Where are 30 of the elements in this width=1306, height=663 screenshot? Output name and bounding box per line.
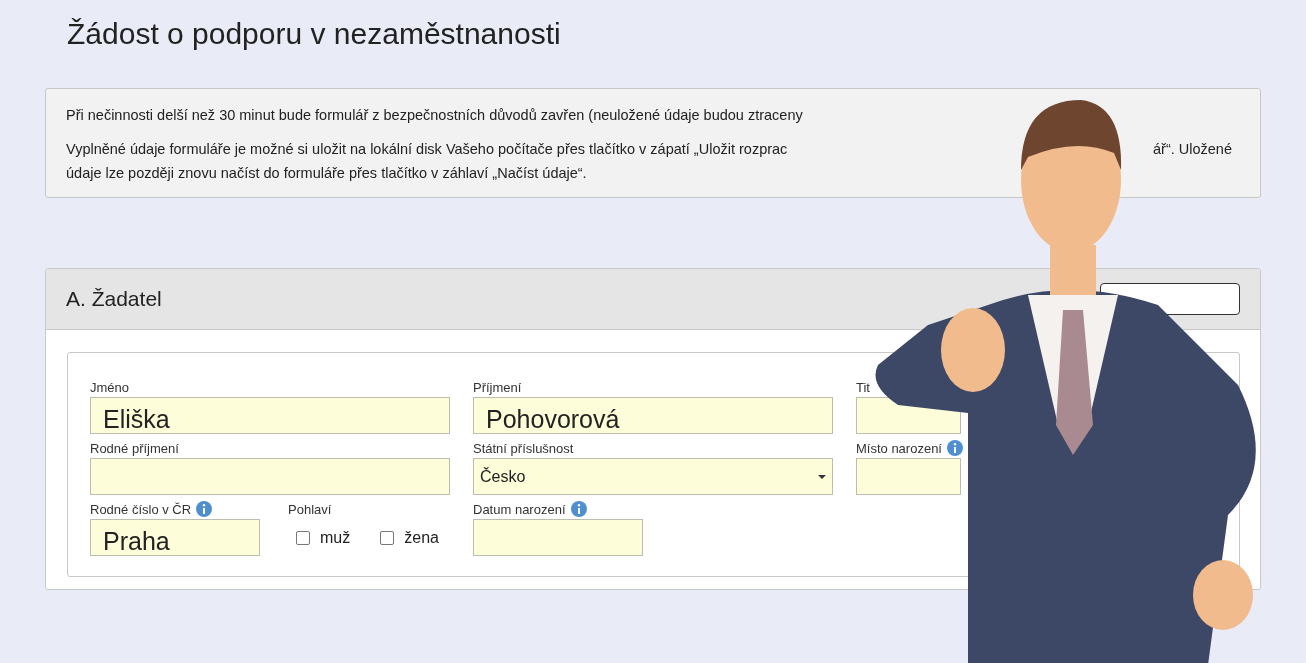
field-label: Místo narození <box>856 440 942 456</box>
field-label: Příjmení <box>473 379 522 395</box>
info-icon[interactable] <box>947 440 963 456</box>
notice-text: údaje lze později znovu načíst do formuláře přes tlačítko v záhlaví „Načíst údaje“. <box>66 165 587 181</box>
input-field[interactable] <box>473 519 643 556</box>
checkbox[interactable] <box>380 530 395 545</box>
page-title: Žádost o podporu v nezaměstnanosti <box>67 16 562 52</box>
section-title: A. Žadatel <box>66 287 162 311</box>
input-field[interactable] <box>856 458 961 495</box>
info-icon[interactable] <box>570 501 587 517</box>
input-field[interactable] <box>90 458 450 495</box>
caret-icon <box>818 474 826 479</box>
input-field[interactable]: Eliška <box>90 397 450 434</box>
field-label: Pohlaví <box>288 501 332 517</box>
input-field[interactable]: Praha <box>90 519 260 556</box>
field-label: Rodné příjmení <box>90 440 179 456</box>
field-label: Datum narození <box>473 501 566 517</box>
notice-text: ář“. Uložené <box>1153 140 1232 159</box>
checkbox[interactable] <box>296 530 310 545</box>
notice-text: Vyplněné údaje formuláře je možné si uložit na lokální disk Vašeho počítače přes tlačítko v zápatí „Uložit rozprac <box>66 140 788 159</box>
checkbox-label: muž <box>320 528 351 547</box>
field-label: Státní příslušnost <box>473 440 574 456</box>
notice-text: Při nečinnosti delší než 30 minut bude formulář z bezpečnostních důvodů zavřen (neuložené údaje budou ztraceny <box>66 107 803 123</box>
checkbox-label: žena <box>404 528 439 547</box>
field-label: Tit <box>856 379 870 395</box>
input-field[interactable]: Pohovorová <box>473 397 833 434</box>
select-field[interactable]: Česko <box>473 458 833 495</box>
info-icon[interactable] <box>196 501 213 517</box>
field-label: Jméno <box>90 379 130 395</box>
field-label: Rodné číslo v ČR <box>90 501 192 517</box>
